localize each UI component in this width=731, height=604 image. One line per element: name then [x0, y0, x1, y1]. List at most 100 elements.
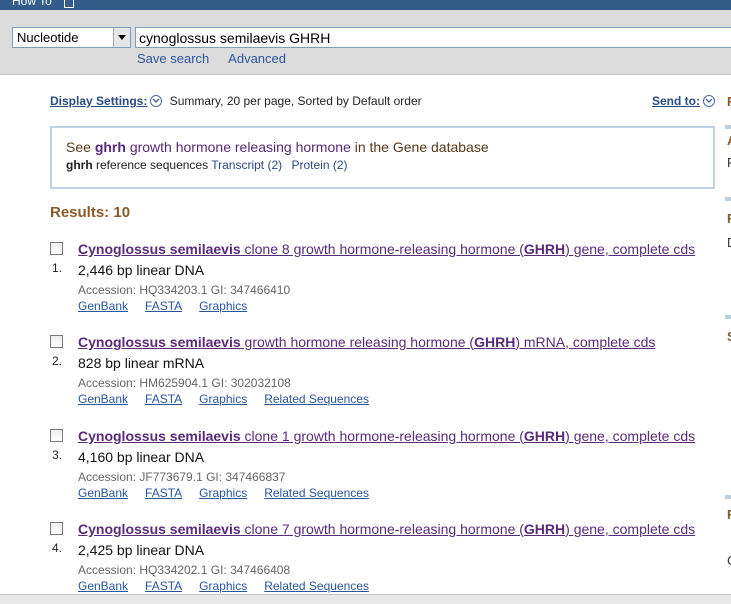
result-number: 3. — [52, 448, 63, 462]
transcript-link[interactable]: Transcript (2) — [211, 158, 282, 172]
genbank-link[interactable]: GenBank — [78, 299, 128, 313]
result-number: 4. — [52, 541, 63, 555]
genbank-link[interactable]: GenBank — [78, 392, 128, 406]
result-title-link[interactable]: Cynoglossus semilaevis clone 8 growth ho… — [78, 241, 695, 257]
list-item: 4. Cynoglossus semilaevis clone 7 growth… — [50, 521, 715, 601]
fasta-link[interactable]: FASTA — [145, 486, 182, 500]
result-links: GenBank FASTA Graphics — [78, 299, 264, 313]
gene-box-line: See ghrh growth hormone releasing hormon… — [66, 139, 489, 155]
fasta-link[interactable]: FASTA — [145, 299, 182, 313]
result-title-end: ) mRNA, complete cds — [515, 334, 656, 350]
result-description: 2,446 bp linear DNA — [78, 262, 205, 278]
right-sidebar: F A F F D S F C — [725, 75, 731, 595]
database-select-value: Nucleotide — [17, 30, 79, 45]
gene-name-link[interactable]: growth hormone releasing hormone — [130, 139, 351, 155]
result-title-link[interactable]: Cynoglossus semilaevis growth hormone re… — [78, 334, 655, 350]
sidebar-divider — [725, 197, 731, 201]
related-sequences-link[interactable]: Related Sequences — [264, 579, 369, 593]
reference-sequences-line: ghrh reference sequences Transcript (2) … — [66, 158, 489, 172]
result-accession: Accession: HQ334202.1 GI: 347466408 — [78, 563, 291, 577]
sidebar-heading-glyph: A — [727, 133, 731, 148]
result-species: Cynoglossus semilaevis — [78, 334, 241, 350]
list-item: 1. Cynoglossus semilaevis clone 8 growth… — [50, 241, 715, 321]
graphics-link[interactable]: Graphics — [199, 486, 247, 500]
related-sequences-link[interactable]: Related Sequences — [264, 392, 369, 406]
search-input[interactable] — [135, 27, 731, 48]
result-number: 2. — [52, 354, 63, 368]
result-links: GenBank FASTA Graphics Related Sequences — [78, 486, 386, 500]
result-accession: Accession: HM625904.1 GI: 302032108 — [78, 376, 291, 390]
result-title-mid: clone 8 growth hormone-releasing hormone… — [240, 241, 524, 257]
result-gene: GHRH — [474, 334, 516, 350]
sidebar-text-glyph: D — [727, 235, 731, 250]
result-description: 4,160 bp linear DNA — [78, 449, 205, 465]
result-number: 1. — [52, 261, 63, 275]
result-checkbox[interactable] — [50, 335, 63, 348]
result-checkbox[interactable] — [50, 242, 63, 255]
display-summary: Summary, 20 per page, Sorted by Default … — [169, 94, 422, 108]
result-links: GenBank FASTA Graphics Related Sequences — [78, 579, 386, 593]
chevron-down-icon[interactable] — [150, 95, 163, 107]
gene-box-see: See — [66, 139, 91, 155]
search-links: Save search Advanced — [137, 51, 302, 66]
result-title-link[interactable]: Cynoglossus semilaevis clone 7 growth ho… — [78, 521, 695, 537]
fasta-link[interactable]: FASTA — [145, 579, 182, 593]
ref-gene-symbol: ghrh — [66, 158, 93, 172]
how-to-link[interactable]: How To — [12, 0, 52, 8]
fasta-link[interactable]: FASTA — [145, 392, 182, 406]
genbank-link[interactable]: GenBank — [78, 486, 128, 500]
protein-link[interactable]: Protein (2) — [291, 158, 347, 172]
sidebar-heading-glyph: F — [727, 94, 731, 109]
chevron-down-icon[interactable] — [113, 28, 130, 47]
result-title-end: ) gene, complete cds — [565, 521, 696, 537]
database-select[interactable]: Nucleotide — [12, 27, 131, 48]
gene-database-box: See ghrh growth hormone releasing hormon… — [50, 126, 715, 189]
result-accession: Accession: HQ334203.1 GI: 347466410 — [78, 283, 291, 297]
result-title-link[interactable]: Cynoglossus semilaevis clone 1 growth ho… — [78, 428, 695, 444]
top-strip: How To — [0, 0, 731, 10]
sidebar-heading-glyph: S — [727, 329, 731, 344]
list-item: 3. Cynoglossus semilaevis clone 1 growth… — [50, 428, 715, 508]
how-to-chevron-icon[interactable] — [64, 0, 74, 8]
related-sequences-link[interactable]: Related Sequences — [264, 486, 369, 500]
result-species: Cynoglossus semilaevis — [78, 428, 241, 444]
result-gene: GHRH — [523, 428, 566, 444]
result-species: Cynoglossus semilaevis — [78, 241, 241, 257]
search-bar: Nucleotide Save search Advanced — [0, 10, 731, 75]
result-links: GenBank FASTA Graphics Related Sequences — [78, 392, 386, 406]
status-bar — [0, 594, 731, 604]
result-checkbox[interactable] — [50, 522, 63, 535]
gene-box-in-db: in the Gene database — [354, 139, 489, 155]
sidebar-divider — [725, 495, 731, 499]
advanced-search-link[interactable]: Advanced — [228, 51, 286, 66]
result-title-mid: growth hormone releasing hormone ( — [240, 334, 475, 350]
send-to-link[interactable]: Send to: — [652, 94, 700, 108]
sidebar-heading-glyph: F — [727, 211, 731, 226]
results-count: Results: 10 — [50, 204, 131, 221]
result-title-end: ) gene, complete cds — [565, 428, 696, 444]
result-gene: GHRH — [523, 241, 566, 257]
result-title-end: ) gene, complete cds — [565, 241, 696, 257]
graphics-link[interactable]: Graphics — [199, 299, 247, 313]
graphics-link[interactable]: Graphics — [199, 392, 247, 406]
result-accession: Accession: JF773679.1 GI: 347466837 — [78, 470, 286, 484]
gene-symbol-link[interactable]: ghrh — [95, 139, 126, 155]
send-to-control[interactable]: Send to: — [652, 94, 715, 108]
result-checkbox[interactable] — [50, 429, 63, 442]
result-title-mid: clone 1 growth hormone-releasing hormone… — [240, 428, 524, 444]
display-settings-link[interactable]: Display Settings: — [50, 94, 147, 108]
sidebar-divider — [725, 315, 731, 319]
genbank-link[interactable]: GenBank — [78, 579, 128, 593]
sidebar-heading-glyph: F — [727, 507, 731, 522]
chevron-down-icon[interactable] — [703, 95, 715, 107]
display-settings-row: Display Settings: Summary, 20 per page, … — [50, 94, 715, 112]
result-gene: GHRH — [523, 521, 566, 537]
sidebar-text-glyph: C — [727, 553, 731, 568]
save-search-link[interactable]: Save search — [137, 51, 209, 66]
sidebar-divider — [725, 125, 731, 129]
result-species: Cynoglossus semilaevis — [78, 521, 241, 537]
result-description: 828 bp linear mRNA — [78, 355, 205, 371]
result-description: 2,425 bp linear DNA — [78, 542, 205, 558]
list-item: 2. Cynoglossus semilaevis growth hormone… — [50, 334, 715, 414]
graphics-link[interactable]: Graphics — [199, 579, 247, 593]
